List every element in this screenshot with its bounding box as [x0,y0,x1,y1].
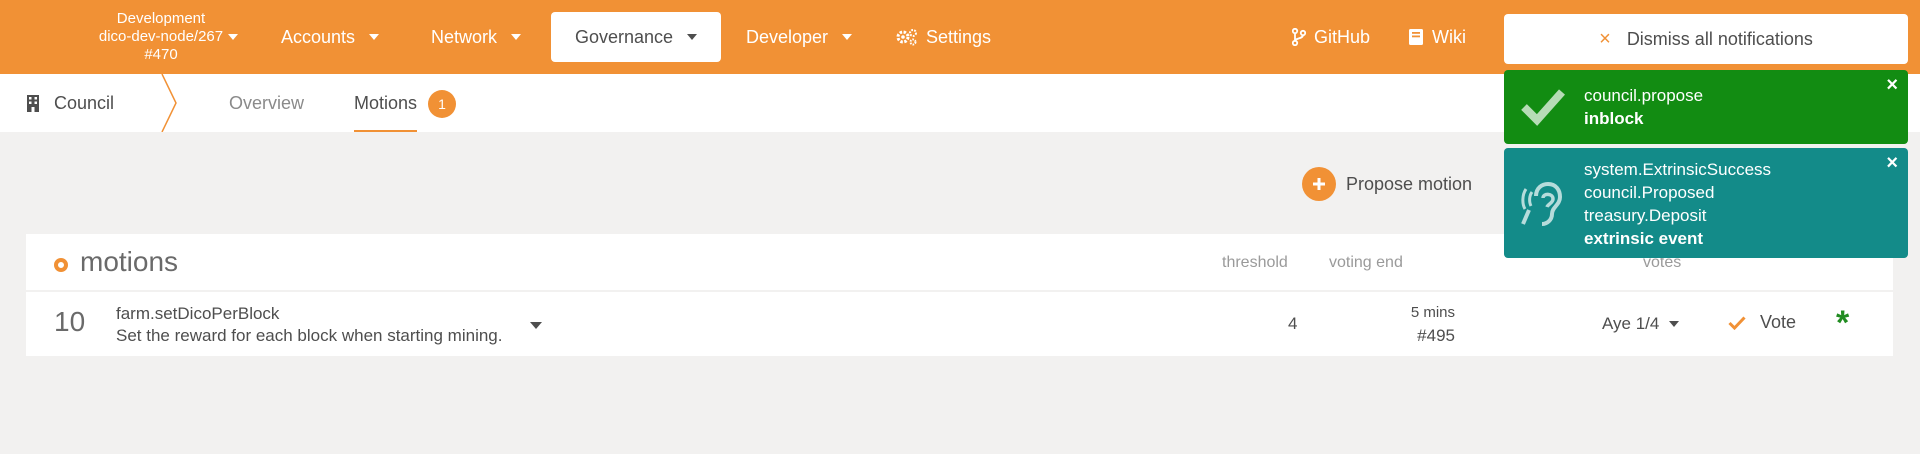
menu-developer[interactable]: Developer [746,0,853,74]
plus-icon [1302,167,1336,201]
check-icon [1728,315,1746,330]
table-title: motions [80,246,179,277]
motion-call: farm.setDicoPerBlock [116,304,280,323]
table-row: 10 farm.setDicoPerBlock Set the reward f… [26,292,1893,356]
notification-success: council.propose inblock × [1504,70,1908,144]
section-council: Council [26,74,114,132]
notification-event: system.ExtrinsicSuccess council.Proposed… [1504,148,1908,258]
book-icon [1408,28,1424,46]
close-notification-button[interactable]: × [1886,74,1898,97]
notification-message: treasury.Deposit [1584,206,1707,225]
menu-accounts[interactable]: Accounts [281,0,380,74]
notification-message: council.Proposed [1584,183,1715,202]
voted-marker: * [1836,304,1850,342]
menu-network[interactable]: Network [431,0,522,74]
menu-developer-label: Developer [746,26,829,47]
gears-icon [896,28,918,46]
propose-motion-label: Propose motion [1346,173,1473,194]
section-title: Council [54,92,115,113]
header-voting-end: voting end [1329,254,1403,271]
tab-overview[interactable]: Overview [229,74,304,132]
aye-votes-label: Aye 1/4 [1602,314,1660,333]
menu-governance[interactable]: Governance [551,12,722,62]
menu-network-label: Network [431,26,498,47]
chevron-down-icon [228,34,238,40]
motions-count-badge: 1 [428,90,456,118]
link-github-label: GitHub [1314,26,1371,47]
chevron-down-icon [369,34,380,40]
breadcrumb-separator [161,74,177,132]
tab-motions[interactable]: Motions [354,74,418,132]
close-icon: × [1599,27,1611,50]
chain-block: #470 [144,46,178,63]
chevron-down-icon [687,34,698,40]
link-wiki-label: Wiki [1432,26,1466,47]
menu-settings-label: Settings [926,26,992,47]
menu-settings[interactable]: Settings [896,0,991,74]
motion-threshold: 4 [1288,314,1298,333]
ear-icon [1520,180,1566,228]
close-notification-button[interactable]: × [1886,152,1898,175]
notification-status: inblock [1584,109,1644,128]
voting-end-block: #495 [1417,326,1455,345]
propose-motion-button[interactable]: Propose motion [1302,166,1472,202]
motion-description: Set the reward for each block when start… [116,326,503,345]
chain-type: Development [116,10,206,27]
check-icon [1520,86,1566,126]
link-github[interactable]: GitHub [1292,0,1370,74]
chevron-down-icon [842,34,853,40]
header-threshold: threshold [1222,254,1288,271]
chevron-down-icon [1669,321,1680,327]
building-icon [26,94,40,112]
voting-end-time: 5 mins [1410,304,1455,321]
notification-message: council.propose [1584,86,1704,105]
chain-node: dico-dev-node/267 [98,28,224,45]
notification-status: extrinsic event [1584,229,1704,248]
motion-index: 10 [54,306,86,337]
expand-details-icon[interactable] [530,322,542,329]
vote-button[interactable]: Vote [1728,312,1796,333]
dismiss-all-notifications-button[interactable]: × Dismiss all notifications [1504,14,1908,64]
menu-accounts-label: Accounts [281,26,356,47]
chain-selector[interactable]: Development dico-dev-node/267 #470 [86,10,238,64]
tab-motions-label: Motions [354,92,418,113]
dismiss-all-label: Dismiss all notifications [1626,28,1813,49]
chevron-down-icon [511,34,522,40]
status-dot-icon [54,258,68,272]
notification-message: system.ExtrinsicSuccess [1584,160,1772,179]
vote-button-label: Vote [1760,312,1797,332]
menu-governance-label: Governance [575,26,674,47]
link-wiki[interactable]: Wiki [1408,0,1466,74]
tab-overview-label: Overview [229,92,305,113]
code-branch-icon [1292,28,1306,46]
aye-votes-toggle[interactable]: Aye 1/4 [1602,314,1680,334]
